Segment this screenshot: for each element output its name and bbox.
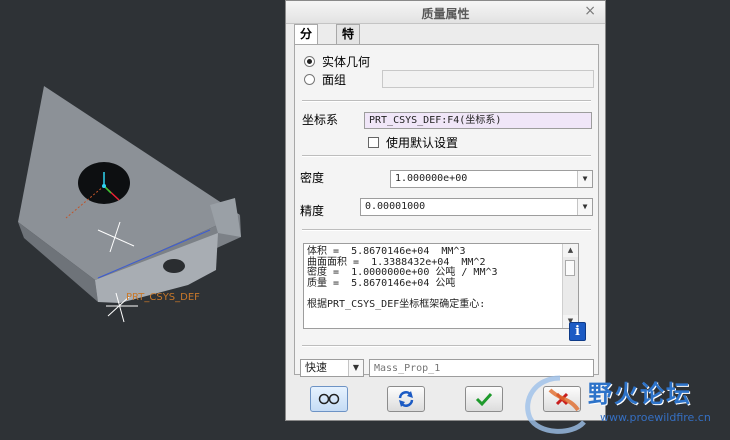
csys-label-text: 坐标系 <box>302 113 339 127</box>
mass-properties-dialog: 质量属性 × 分析 特征 实体几何 面组 坐标系 PRT_CSYS_DEF:F4… <box>285 0 606 421</box>
use-default-label: 使用默认设置 <box>386 136 459 150</box>
density-dropdown[interactable]: 1.000000e+00 ▼ <box>390 170 593 188</box>
watermark: 野火论坛 www.proewildfire.cn <box>520 370 730 437</box>
csys-collector[interactable]: PRT_CSYS_DEF:F4(坐标系) <box>364 112 592 129</box>
scroll-up-icon[interactable]: ▲ <box>563 244 578 257</box>
ok-button[interactable] <box>465 386 503 412</box>
watermark-text: 野火论坛 <box>588 380 692 408</box>
quilt-input[interactable] <box>382 70 594 88</box>
label-solid-geometry: 实体几何 <box>322 55 371 69</box>
divider <box>302 155 591 157</box>
results-scrollbar[interactable]: ▲ ▼ <box>562 244 578 328</box>
glasses-icon <box>318 393 340 405</box>
calc-mode-value: 快速 <box>305 361 327 374</box>
chevron-down-icon[interactable]: ▼ <box>348 360 363 376</box>
chevron-down-icon[interactable]: ▼ <box>577 199 592 215</box>
label-quilt: 面组 <box>322 73 347 87</box>
csys-label: PRT_CSYS_DEF <box>126 292 200 303</box>
tab-feature[interactable]: 特征 <box>336 24 361 60</box>
density-label: 密度 <box>300 171 325 185</box>
results-textbox[interactable]: 体积 = 5.8670146e+04 MM^3 曲面面积 = 1.3388432… <box>303 243 579 329</box>
refresh-icon <box>398 391 414 407</box>
repeat-button[interactable] <box>387 386 425 412</box>
dialog-titlebar[interactable]: 质量属性 × <box>286 1 605 24</box>
use-default-checkbox[interactable] <box>368 137 379 148</box>
calc-mode-dropdown[interactable]: 快速 ▼ <box>300 359 364 377</box>
tab-analysis[interactable]: 分析 <box>294 24 319 60</box>
dialog-title: 质量属性 <box>421 7 470 21</box>
precision-dropdown[interactable]: 0.00001000 ▼ <box>360 198 593 216</box>
results-text: 体积 = 5.8670146e+04 MM^3 曲面面积 = 1.3388432… <box>307 246 498 310</box>
chevron-down-icon[interactable]: ▼ <box>577 171 592 187</box>
density-value: 1.000000e+00 <box>395 173 468 184</box>
checkmark-icon <box>475 392 493 407</box>
precision-value: 0.00001000 <box>365 201 426 212</box>
radio-quilt[interactable] <box>304 74 315 85</box>
info-icon[interactable]: i <box>569 322 586 341</box>
divider <box>302 100 591 102</box>
scroll-thumb[interactable] <box>565 260 575 276</box>
precision-label: 精度 <box>300 204 325 218</box>
divider <box>302 345 591 347</box>
preview-button[interactable] <box>310 386 348 412</box>
divider <box>302 229 591 231</box>
watermark-url: www.proewildfire.cn <box>600 411 711 424</box>
radio-solid-geometry[interactable] <box>304 56 315 67</box>
close-icon[interactable]: × <box>584 3 596 19</box>
